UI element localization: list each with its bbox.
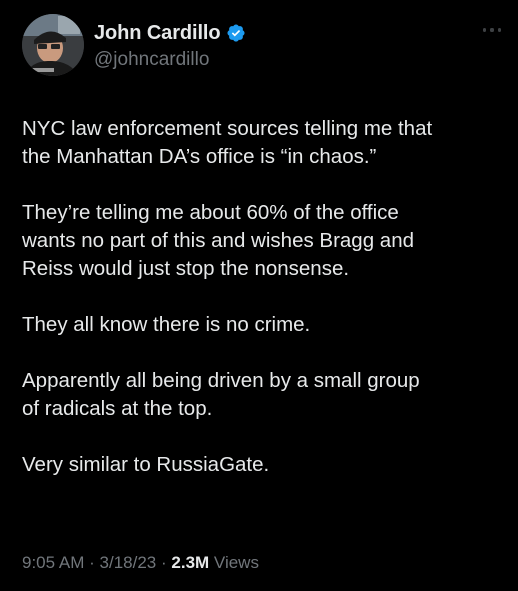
meta-separator: · <box>160 553 167 572</box>
tweet-paragraph: They all know there is no crime. <box>22 313 311 336</box>
avatar[interactable] <box>22 14 84 76</box>
tweet-text: NYC law enforcement sources telling me t… <box>22 115 506 507</box>
tweet-meta: 9:05 AM · 3/18/23 · 2.3M Views <box>22 553 259 573</box>
verified-badge-icon <box>226 23 246 43</box>
views-count: 2.3M <box>171 553 210 572</box>
tweet: John Cardillo @johncardillo NYC law enfo… <box>0 0 518 591</box>
tweet-paragraph: They’re telling me about 60% of the offi… <box>22 201 415 280</box>
tweet-paragraph: Very similar to RussiaGate. <box>22 453 270 476</box>
handle[interactable]: @johncardillo <box>94 49 246 71</box>
tweet-paragraph: Apparently all being driven by a small g… <box>22 369 420 420</box>
tweet-date[interactable]: 3/18/23 <box>100 553 157 572</box>
tweet-paragraph: NYC law enforcement sources telling me t… <box>22 117 433 168</box>
author-block: John Cardillo @johncardillo <box>94 20 246 71</box>
views-label: Views <box>213 553 259 572</box>
meta-separator: · <box>89 553 95 572</box>
more-horizontal-icon[interactable] <box>480 22 504 38</box>
name-row: John Cardillo <box>94 20 246 46</box>
tweet-time[interactable]: 9:05 AM <box>22 553 84 572</box>
display-name[interactable]: John Cardillo <box>94 22 221 45</box>
